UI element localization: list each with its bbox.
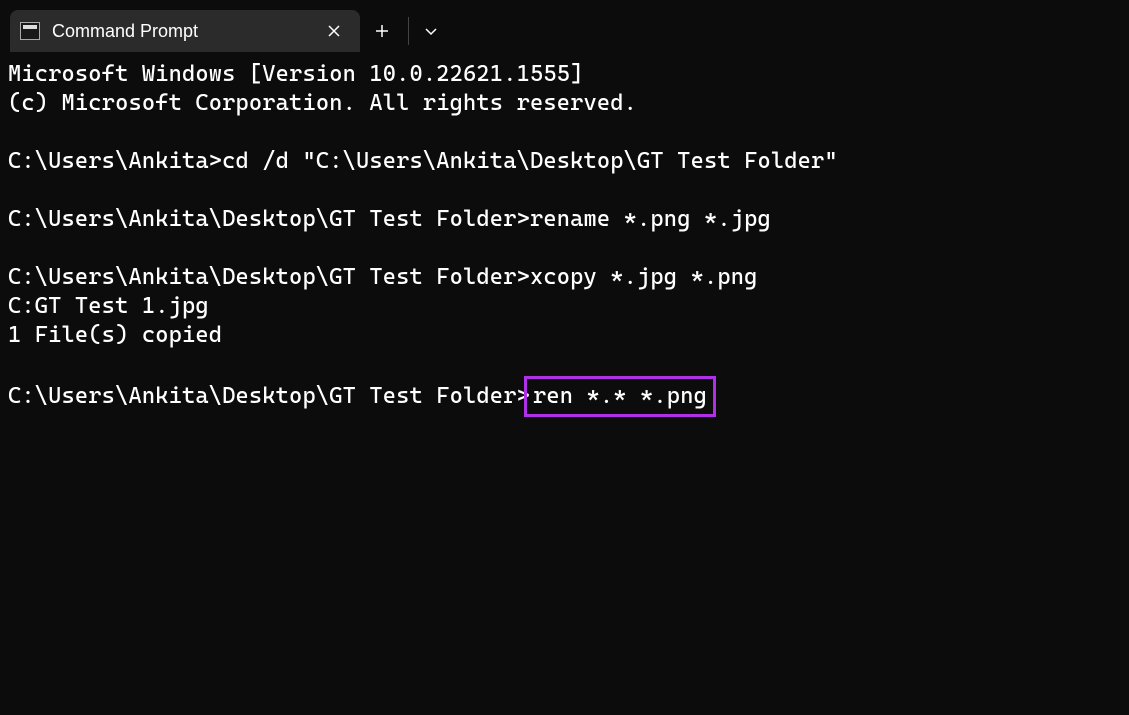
titlebar-divider bbox=[408, 17, 409, 45]
tab-dropdown-button[interactable] bbox=[413, 10, 449, 52]
highlighted-command: ren *.* *.png bbox=[524, 376, 716, 417]
close-tab-button[interactable] bbox=[320, 17, 348, 45]
plus-icon bbox=[375, 24, 389, 38]
prompt: C:\Users\Ankita> bbox=[8, 148, 222, 174]
prompt: C:\Users\Ankita\Desktop\GT Test Folder> bbox=[8, 383, 530, 409]
chevron-down-icon bbox=[424, 26, 438, 36]
command-cd: cd /d "C:\Users\Ankita\Desktop\GT Test F… bbox=[222, 148, 838, 174]
output-line: 1 File(s) copied bbox=[8, 322, 222, 348]
command-rename: rename *.png *.jpg bbox=[530, 206, 771, 232]
terminal-output[interactable]: Microsoft Windows [Version 10.0.22621.15… bbox=[0, 52, 1129, 422]
command-xcopy: xcopy *.jpg *.png bbox=[530, 264, 758, 290]
output-line: C:GT Test 1.jpg bbox=[8, 293, 209, 319]
prompt: C:\Users\Ankita\Desktop\GT Test Folder> bbox=[8, 264, 530, 290]
cmd-icon bbox=[20, 22, 40, 40]
new-tab-button[interactable] bbox=[360, 10, 404, 52]
close-icon bbox=[328, 25, 340, 37]
window-titlebar: Command Prompt bbox=[0, 0, 1129, 52]
prompt: C:\Users\Ankita\Desktop\GT Test Folder> bbox=[8, 206, 530, 232]
tab-title: Command Prompt bbox=[52, 21, 320, 42]
version-line: Microsoft Windows [Version 10.0.22621.15… bbox=[8, 61, 584, 87]
command-ren: ren *.* *.png bbox=[533, 383, 707, 409]
copyright-line: (c) Microsoft Corporation. All rights re… bbox=[8, 90, 637, 116]
terminal-tab[interactable]: Command Prompt bbox=[10, 10, 360, 52]
